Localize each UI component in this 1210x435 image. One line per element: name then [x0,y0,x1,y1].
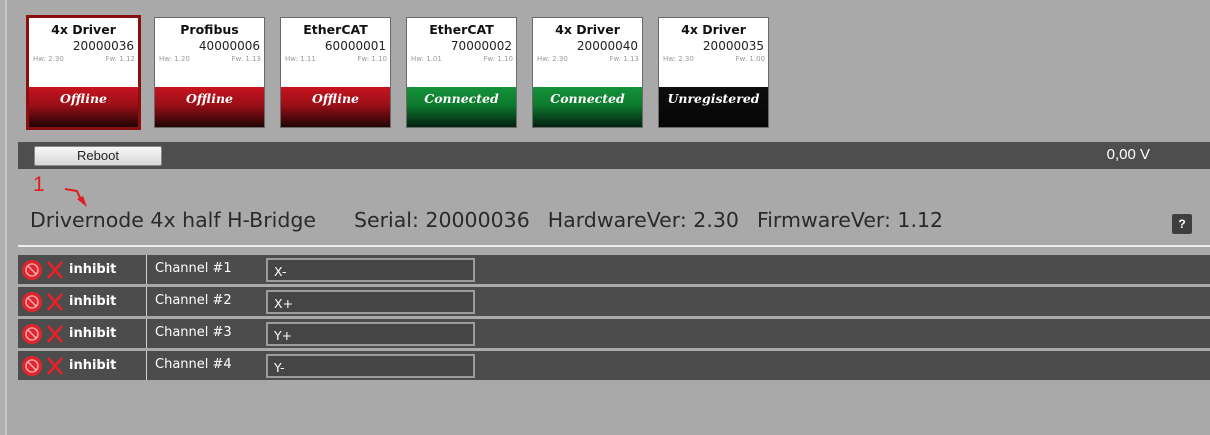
device-serial: 20000036 [72,39,134,53]
close-icon[interactable] [46,324,64,344]
device-card-1[interactable]: 4x Driver 20000036 Hw: 2.30 Fw: 1.12 Off… [26,15,141,130]
channel-row: inhibit Channel #4 Y- [18,351,1210,380]
device-type: 4x Driver [51,22,116,37]
device-hw-version: Hw: 1.01 [411,55,442,63]
device-status: Offline [281,87,390,127]
device-fw-version: Fw: 1.00 [735,55,765,63]
annotation-arrow-icon [64,188,87,207]
inhibit-button[interactable]: inhibit [69,294,116,309]
channel-controls: inhibit [18,351,147,380]
channel-list: inhibit Channel #1 X- inhibit Channel #2… [18,255,1210,383]
device-card-3[interactable]: EtherCAT 60000001 Hw: 1.11 Fw: 1.10 Offl… [280,17,391,128]
channel-controls: inhibit [18,255,147,284]
channel-label: Channel #1 [155,261,232,276]
channel-controls: inhibit [18,319,147,348]
device-list: 4x Driver 20000036 Hw: 2.30 Fw: 1.12 Off… [26,15,769,130]
device-hw-version: Hw: 2.30 [33,55,64,63]
device-firmware-version: FirmwareVer: 1.12 [756,208,944,232]
inhibit-button[interactable]: inhibit [69,358,116,373]
device-serial: 60000001 [324,39,386,53]
annotation-number: 1 [33,173,45,196]
device-fw-version: Fw: 1.13 [231,55,261,63]
channel-label: Channel #4 [155,357,232,372]
device-hardware-version: HardwareVer: 2.30 [547,208,739,232]
device-serial: 20000040 [576,39,638,53]
channel-label: Channel #2 [155,293,232,308]
device-card-2[interactable]: Profibus 40000006 Hw: 1.20 Fw: 1.13 Offl… [154,17,265,128]
device-serial-info: Serial: 20000036 [353,208,530,232]
device-status: Offline [29,87,138,127]
device-serial: 20000035 [702,39,764,53]
device-card-6[interactable]: 4x Driver 20000035 Hw: 2.30 Fw: 1.00 Unr… [658,17,769,128]
channel-row: inhibit Channel #2 X+ [18,287,1210,316]
channel-name-field[interactable]: Y- [266,354,475,378]
device-hw-version: Hw: 1.11 [285,55,316,63]
stop-icon[interactable] [21,259,43,281]
device-card-4[interactable]: EtherCAT 70000002 Hw: 1.01 Fw: 1.10 Conn… [406,17,517,128]
device-type: 4x Driver [555,22,620,37]
channel-name-field[interactable]: Y+ [266,322,475,346]
device-status: Connected [533,87,642,127]
reboot-button[interactable]: Reboot [34,146,162,166]
inhibit-button[interactable]: inhibit [69,262,116,277]
device-serial: 70000002 [450,39,512,53]
close-icon[interactable] [46,356,64,376]
close-icon[interactable] [46,260,64,280]
inhibit-button[interactable]: inhibit [69,326,116,341]
device-type: Profibus [180,22,239,37]
device-description: Drivernode 4x half H-Bridge [30,208,316,232]
device-status: Offline [155,87,264,127]
device-fw-version: Fw: 1.10 [483,55,513,63]
device-fw-version: Fw: 1.12 [105,55,135,63]
device-toolbar: Reboot 0,00 V [18,142,1210,169]
device-hw-version: Hw: 1.20 [159,55,190,63]
device-versions: Hw: 1.11 Fw: 1.10 [281,54,390,65]
device-fw-version: Fw: 1.13 [609,55,639,63]
section-divider [18,245,1210,247]
help-button[interactable]: ? [1172,214,1192,234]
device-versions: Hw: 1.01 Fw: 1.10 [407,54,516,65]
channel-name-field[interactable]: X+ [266,290,475,314]
voltage-readout: 0,00 V [1106,146,1150,163]
left-window-edge [0,0,7,435]
device-versions: Hw: 2.30 Fw: 1.13 [533,54,642,65]
stop-icon[interactable] [21,355,43,377]
device-card-5[interactable]: 4x Driver 20000040 Hw: 2.30 Fw: 1.13 Con… [532,17,643,128]
channel-row: inhibit Channel #3 Y+ [18,319,1210,348]
device-status: Unregistered [659,87,768,127]
device-serial: 40000006 [198,39,260,53]
device-hw-version: Hw: 2.30 [537,55,568,63]
channel-name-field[interactable]: X- [266,258,475,282]
device-versions: Hw: 1.20 Fw: 1.13 [155,54,264,65]
stop-icon[interactable] [21,323,43,345]
device-type: EtherCAT [429,22,494,37]
close-icon[interactable] [46,292,64,312]
device-versions: Hw: 2.30 Fw: 1.12 [29,54,138,65]
device-type: EtherCAT [303,22,368,37]
channel-row: inhibit Channel #1 X- [18,255,1210,284]
channel-controls: inhibit [18,287,147,316]
device-hw-version: Hw: 2.30 [663,55,694,63]
device-status: Connected [407,87,516,127]
device-info-line: Drivernode 4x half H-Bridge Serial: 2000… [30,208,961,232]
device-versions: Hw: 2.30 Fw: 1.00 [659,54,768,65]
device-fw-version: Fw: 1.10 [357,55,387,63]
stop-icon[interactable] [21,291,43,313]
device-type: 4x Driver [681,22,746,37]
channel-label: Channel #3 [155,325,232,340]
